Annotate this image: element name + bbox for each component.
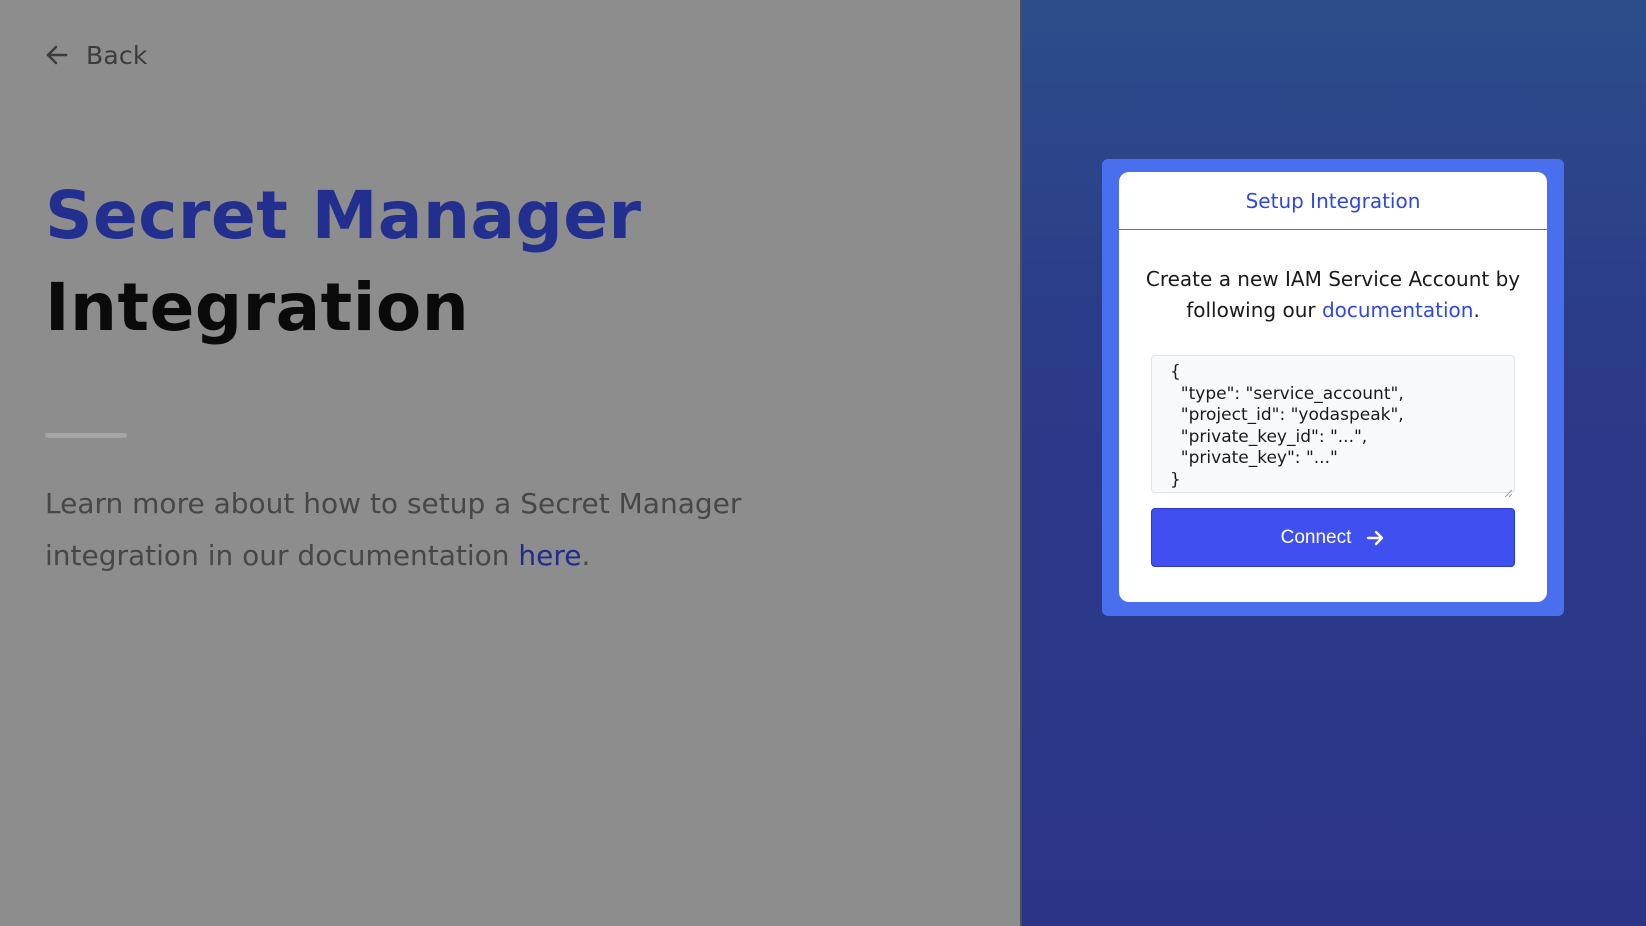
resize-grip-icon[interactable] [1504,482,1513,498]
arrow-left-icon [44,42,70,68]
documentation-link[interactable]: documentation [1322,298,1473,322]
learn-more-suffix: . [581,539,591,572]
back-link[interactable]: Back [44,38,148,72]
card-title: Setup Integration [1119,172,1547,230]
left-panel: Back Secret Manager Integration Learn mo… [0,0,1020,926]
title-divider [45,433,127,438]
card-description-suffix: . [1473,298,1480,322]
page-title-main: Integration [45,269,470,346]
page-title-accent: Secret Manager [45,177,642,254]
page-title: Secret Manager Integration [45,170,642,354]
learn-more-body: Learn more about how to setup a Secret M… [45,487,742,572]
setup-integration-card: Setup Integration Create a new IAM Servi… [1119,172,1547,602]
learn-more-text: Learn more about how to setup a Secret M… [45,478,745,582]
documentation-here-link[interactable]: here [518,539,581,572]
connect-button[interactable]: Connect [1151,508,1515,567]
json-placeholder-text: { "type": "service_account", "project_id… [1170,362,1404,490]
card-description: Create a new IAM Service Account by foll… [1119,264,1547,326]
connect-label: Connect [1280,526,1352,548]
back-label: Back [86,40,148,70]
arrow-right-icon [1365,528,1385,548]
service-account-json-input[interactable]: { "type": "service_account", "project_id… [1151,355,1515,498]
